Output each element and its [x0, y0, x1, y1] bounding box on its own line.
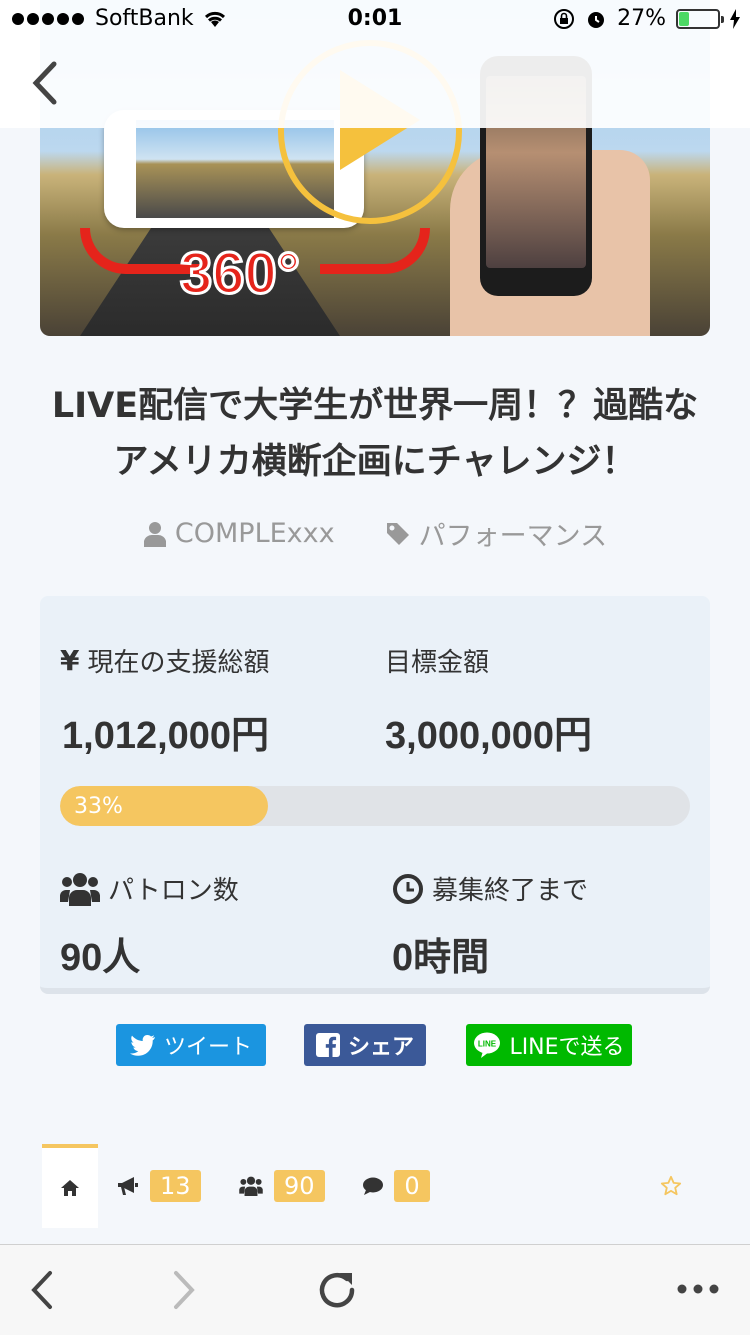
tab-updates[interactable]: 13 — [116, 1144, 201, 1228]
tweet-label: ツイート — [163, 1035, 252, 1060]
project-tabs: 13 90 0 — [0, 1144, 750, 1228]
facebook-icon — [315, 1033, 340, 1057]
comment-icon — [363, 1177, 383, 1195]
battery-percent: 27% — [617, 6, 666, 31]
tag-icon — [386, 522, 409, 545]
author-link[interactable]: COMPLExxx — [143, 514, 335, 553]
chevron-left-icon[interactable] — [26, 58, 66, 108]
hero-360-text: 360° — [179, 240, 302, 308]
facebook-share-label: シェア — [347, 1035, 414, 1060]
star-icon — [660, 1175, 682, 1196]
status-right: 27% — [553, 6, 740, 31]
progress-bar: 33% — [60, 786, 690, 826]
remaining-label-text: 募集終了まで — [432, 876, 589, 906]
updates-count-badge: 13 — [150, 1170, 201, 1202]
facebook-share-button[interactable]: シェア — [304, 1024, 426, 1066]
remaining-value: 0時間 — [392, 937, 490, 979]
megaphone-icon — [118, 1177, 138, 1195]
tweet-button[interactable]: ツイート — [116, 1024, 266, 1066]
project-title-line1: LIVE配信で大学生が世界一周！？過酷な — [51, 386, 699, 426]
project-title-line2: アメリカ横断企画にチャレンジ！ — [113, 442, 637, 482]
favorite-button[interactable] — [660, 1144, 682, 1228]
raised-label: ¥ 現在の支援総額 — [60, 642, 270, 679]
browser-toolbar — [0, 1244, 750, 1335]
rotation-lock-icon — [554, 8, 575, 29]
users-icon — [239, 1176, 263, 1196]
raised-label-text: 現在の支援総額 — [87, 648, 270, 678]
svg-text:LINE: LINE — [478, 1040, 497, 1049]
tab-comments[interactable]: 0 — [362, 1144, 430, 1228]
progress-text: 33% — [74, 793, 123, 819]
twitter-icon — [129, 1035, 155, 1056]
raised-value: 1,012,000円 — [62, 715, 270, 757]
patrons-label-text: パトロン数 — [108, 876, 239, 906]
project-meta: COMPLExxx パフォーマンス — [0, 514, 750, 553]
alarm-icon — [588, 11, 605, 28]
more-icon[interactable] — [676, 1283, 720, 1295]
battery-icon — [676, 8, 724, 29]
category-link[interactable]: パフォーマンス — [385, 514, 607, 553]
clock-icon — [393, 873, 423, 904]
browser-back-icon[interactable] — [28, 1269, 58, 1311]
home-icon — [61, 1180, 79, 1196]
users-icon — [60, 872, 100, 906]
comments-count-badge: 0 — [394, 1170, 430, 1202]
goal-label: 目標金額 — [385, 648, 490, 678]
remaining-label: 募集終了まで — [392, 870, 588, 907]
project-title: LIVE配信で大学生が世界一周！？過酷な アメリカ横断企画にチャレンジ！ — [30, 378, 720, 490]
line-share-label: LINEで送る — [509, 1035, 625, 1060]
status-bar: SoftBank 0:01 27% — [0, 0, 750, 40]
rotate-arrow-right — [320, 228, 430, 274]
patrons-label: パトロン数 — [60, 870, 239, 907]
patrons-count-badge: 90 — [274, 1170, 325, 1202]
browser-forward-icon[interactable] — [168, 1269, 198, 1311]
category-name: パフォーマンス — [418, 521, 608, 552]
tab-patrons[interactable]: 90 — [238, 1144, 325, 1228]
goal-value: 3,000,000円 — [385, 715, 593, 757]
reload-icon[interactable] — [314, 1267, 360, 1313]
funding-stats: ¥ 現在の支援総額 1,012,000円 目標金額 3,000,000円 33%… — [40, 596, 710, 994]
patrons-value: 90人 — [60, 937, 141, 979]
yen-icon: ¥ — [60, 644, 80, 677]
charging-icon — [730, 8, 740, 29]
tab-home[interactable] — [42, 1144, 98, 1228]
author-name: COMPLExxx — [174, 518, 335, 549]
line-share-button[interactable]: LINE LINEで送る — [466, 1024, 632, 1066]
line-icon: LINE — [474, 1032, 501, 1058]
user-icon — [143, 521, 166, 547]
progress-fill: 33% — [60, 786, 268, 826]
